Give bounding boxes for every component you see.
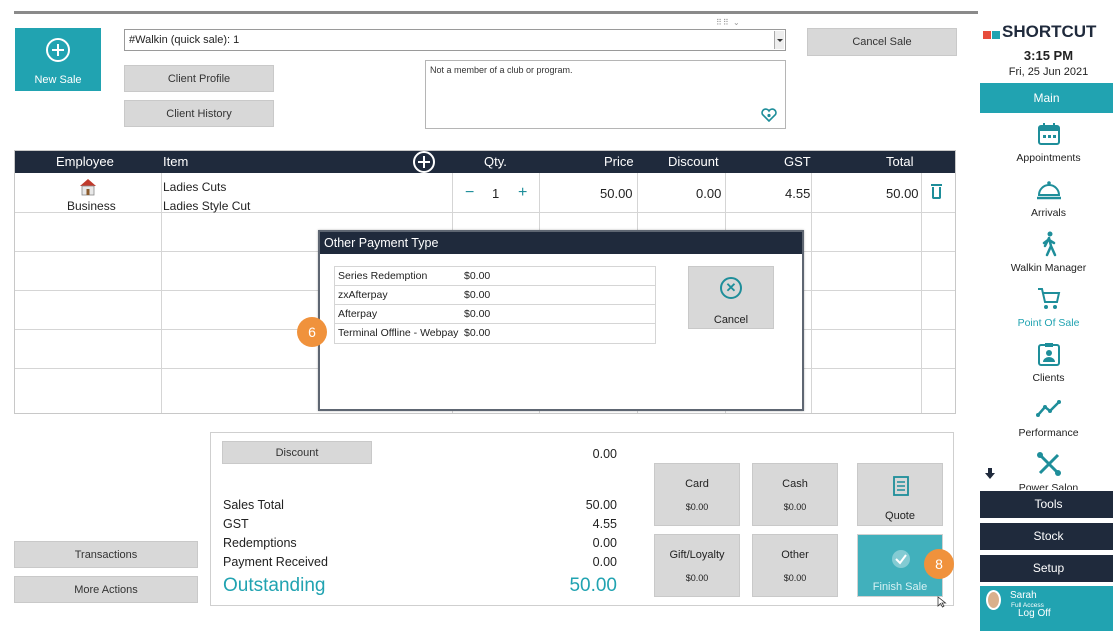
sidebar-item-appointments[interactable]: Appointments [980, 115, 1113, 170]
tools-button[interactable]: Tools [980, 491, 1113, 518]
row-discount: 0.00 [696, 186, 722, 201]
close-circle-icon: ✕ [720, 277, 742, 299]
trash-icon[interactable] [931, 184, 942, 199]
sidebar-item-point-of-sale[interactable]: Point Of Sale [980, 280, 1113, 335]
brand-logo: SHORTCUT [983, 22, 1096, 42]
business-house-icon [80, 179, 96, 196]
col-item: Item [163, 154, 189, 169]
contact-card-icon [1038, 343, 1060, 366]
transactions-button[interactable]: Transactions [14, 541, 198, 568]
col-discount: Discount [668, 154, 719, 169]
qty-increase-button[interactable]: + [518, 184, 527, 202]
qty-decrease-button[interactable]: − [465, 184, 474, 202]
other-payment-button[interactable]: Other $0.00 [752, 534, 838, 597]
cancel-sale-button[interactable]: Cancel Sale [807, 28, 957, 56]
new-sale-button[interactable]: New Sale [15, 28, 101, 91]
dialog-title: Other Payment Type [320, 232, 802, 254]
add-item-icon[interactable] [413, 151, 435, 173]
gst-label: GST [223, 517, 249, 531]
table-row[interactable] [15, 173, 955, 213]
cash-payment-button[interactable]: Cash $0.00 [752, 463, 838, 526]
payment-type-list: Series Redemption $0.00 zxAfterpay $0.00… [334, 266, 656, 344]
setup-button[interactable]: Setup [980, 555, 1113, 582]
new-sale-label: New Sale [34, 74, 82, 86]
client-history-button[interactable]: Client History [124, 100, 274, 127]
plus-circle-icon [46, 38, 70, 62]
col-price: Price [604, 154, 634, 169]
gift-loyalty-button[interactable]: Gift/Loyalty $0.00 [654, 534, 740, 597]
discount-value: 0.00 [592, 447, 617, 461]
sales-total-label: Sales Total [223, 498, 284, 512]
gst-value: 4.55 [592, 517, 617, 531]
check-circle-icon [892, 550, 910, 568]
payment-received-value: 0.00 [592, 555, 617, 569]
col-qty: Qty. [484, 154, 507, 169]
redemptions-value: 0.00 [592, 536, 617, 550]
row-employee: Business [67, 199, 116, 213]
redemptions-label: Redemptions [223, 536, 297, 550]
sidebar-item-power-salon[interactable]: Power Salon [980, 445, 1113, 490]
trend-line-icon [1036, 400, 1061, 417]
payment-received-label: Payment Received [223, 555, 328, 569]
document-icon [893, 476, 909, 496]
other-payment-dialog: Other Payment Type Series Redemption $0.… [318, 230, 804, 411]
outstanding-value: 50.00 [569, 575, 617, 596]
sales-total-value: 50.00 [585, 498, 617, 512]
list-item[interactable]: Series Redemption $0.00 [335, 267, 655, 286]
row-qty[interactable]: 1 [492, 186, 499, 201]
card-payment-button[interactable]: Card $0.00 [654, 463, 740, 526]
totals-panel: Discount 0.00 Sales Total 50.00 GST 4.55… [210, 432, 954, 606]
col-total: Total [886, 154, 914, 169]
logoff-link[interactable]: Log Off [1018, 608, 1051, 619]
arrow-down-icon[interactable] [985, 468, 995, 479]
user-panel[interactable]: Sarah Full Access Log Off [980, 586, 1113, 631]
row-item-sub: Ladies Style Cut [163, 199, 251, 213]
more-actions-button[interactable]: More Actions [14, 576, 198, 603]
calendar-icon [1038, 123, 1060, 145]
user-name: Sarah [1010, 590, 1037, 601]
col-gst: GST [784, 154, 811, 169]
row-total: 50.00 [886, 186, 919, 201]
table-header: Employee Item Qty. Price Discount GST To… [15, 151, 955, 173]
clock-date: Fri, 25 Jun 2021 [1008, 66, 1089, 78]
list-item[interactable]: Terminal Offline - Webpay $0.00 [335, 324, 655, 343]
client-select[interactable]: #Walkin (quick sale): 1 [124, 29, 786, 51]
tools-icon [1037, 452, 1061, 476]
row-price: 50.00 [600, 186, 633, 201]
list-item[interactable]: Afterpay $0.00 [335, 305, 655, 324]
row-item: Ladies Cuts [163, 180, 227, 194]
stock-button[interactable]: Stock [980, 523, 1113, 550]
client-notes: Not a member of a club or program. [425, 60, 786, 129]
cart-icon [1038, 288, 1061, 309]
discount-button[interactable]: Discount [222, 441, 372, 464]
dialog-cancel-button[interactable]: ✕ Cancel [688, 266, 774, 329]
tab-main[interactable]: Main [980, 83, 1113, 113]
step-badge-6: 6 [297, 317, 327, 347]
clock-time: 3:15 PM [1023, 48, 1074, 63]
row-gst: 4.55 [785, 186, 811, 201]
mouse-pointer-icon [937, 596, 947, 608]
drag-handle[interactable]: ⠿⠿ ⌄ [716, 18, 746, 27]
quote-button[interactable]: Quote [857, 463, 943, 526]
sidebar-item-walkin-manager[interactable]: Walkin Manager [980, 225, 1113, 280]
chevron-down-icon[interactable] [774, 31, 784, 49]
client-select-value: #Walkin (quick sale): 1 [129, 34, 240, 46]
sidebar-item-arrivals[interactable]: Arrivals [980, 170, 1113, 225]
heart-tag-icon[interactable] [761, 108, 777, 122]
sidebar: SHORTCUT 3:15 PM Fri, 25 Jun 2021 Main A… [980, 0, 1113, 631]
avatar [986, 590, 1001, 610]
col-employee: Employee [56, 154, 114, 169]
walking-person-icon [1042, 231, 1057, 257]
list-item[interactable]: zxAfterpay $0.00 [335, 286, 655, 305]
client-profile-button[interactable]: Client Profile [124, 65, 274, 92]
sidebar-item-performance[interactable]: Performance [980, 390, 1113, 445]
sidebar-item-clients[interactable]: Clients [980, 335, 1113, 390]
bell-icon [1037, 181, 1061, 200]
top-divider [14, 11, 978, 14]
outstanding-label: Outstanding [223, 575, 326, 596]
step-badge-8: 8 [924, 549, 954, 579]
membership-note: Not a member of a club or program. [430, 65, 573, 75]
